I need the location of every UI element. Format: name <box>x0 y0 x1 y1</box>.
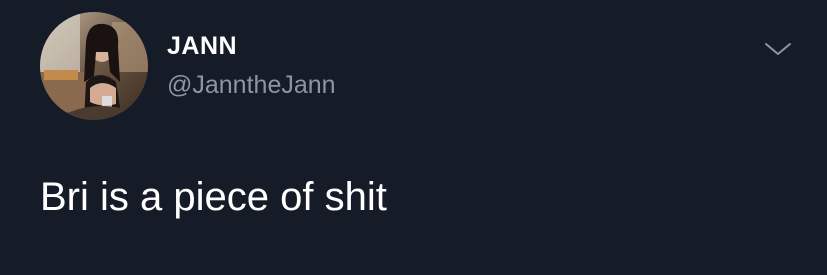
user-handle[interactable]: @JanntheJann <box>167 70 336 100</box>
tweet-menu-button[interactable] <box>762 38 794 60</box>
avatar[interactable] <box>40 12 148 120</box>
tweet-text: Bri is a piece of shit <box>40 175 387 219</box>
tweet-card: JANN @JanntheJann Bri is a piece of shit <box>0 0 827 275</box>
chevron-down-icon <box>765 43 791 55</box>
display-name[interactable]: JANN <box>167 31 237 61</box>
profile-photo-avatar <box>40 12 148 120</box>
